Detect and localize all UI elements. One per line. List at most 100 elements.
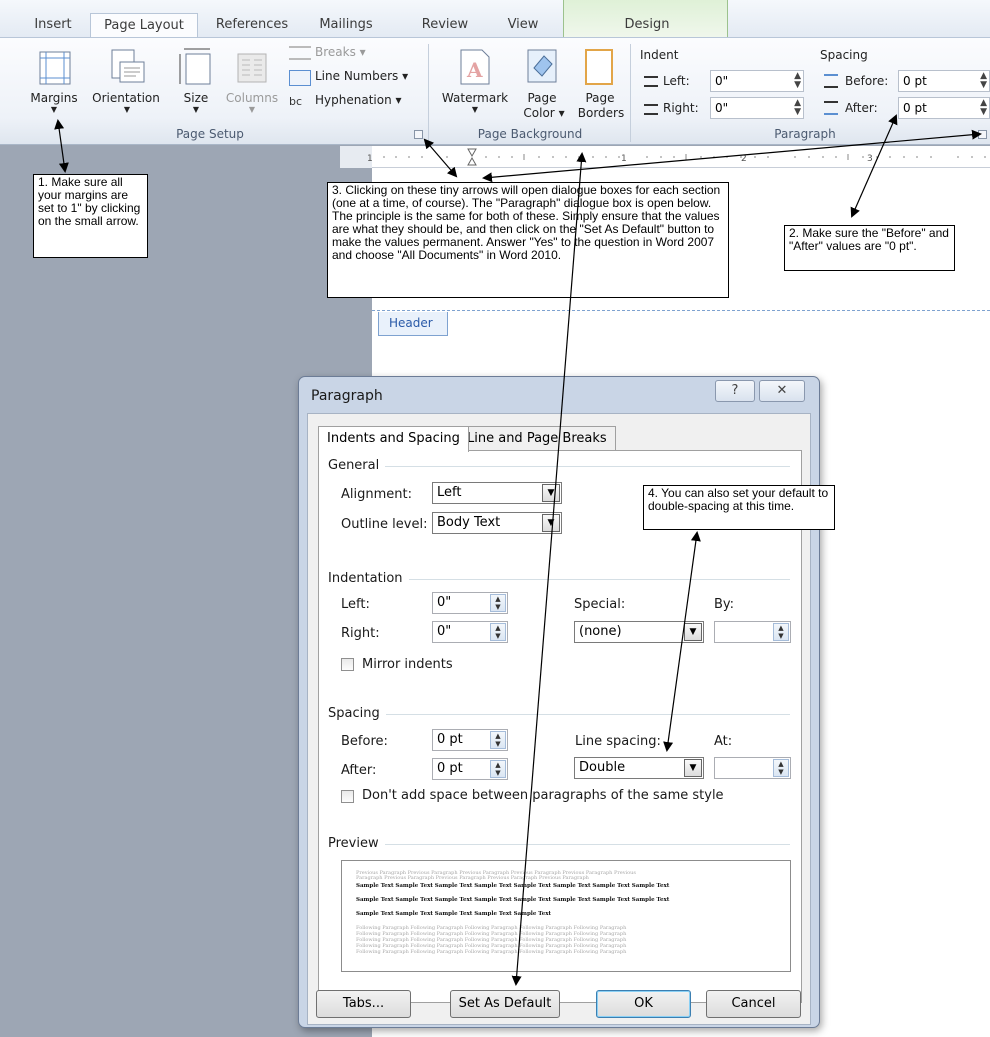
size-button[interactable]: Size xyxy=(178,91,214,105)
section-indentation: Indentation xyxy=(328,571,409,586)
preview-previous-line: Paragraph Previous Paragraph Previous Pa… xyxy=(356,875,589,881)
svg-text:A: A xyxy=(466,58,483,82)
spacing-after-label: After: xyxy=(341,763,377,778)
ok-button[interactable]: OK xyxy=(596,990,691,1018)
callout-1-margins: 1. Make sure all your margins are set to… xyxy=(33,174,148,258)
margins-button[interactable]: Margins xyxy=(18,91,90,105)
line-numbers-icon xyxy=(289,70,311,86)
dont-add-space-checkbox[interactable] xyxy=(341,790,354,803)
section-divider xyxy=(330,844,790,845)
svg-text:3: 3 xyxy=(867,154,873,164)
page-background-group-label: Page Background xyxy=(477,127,583,141)
indent-right-input[interactable]: 0" ▲ ▼ xyxy=(710,97,804,119)
page-borders-icon xyxy=(585,49,613,85)
line-spacing-select[interactable]: Double ▼ xyxy=(574,757,704,779)
indent-right-label: Right: xyxy=(341,626,380,641)
page-borders-button-line2[interactable]: Borders xyxy=(574,106,628,120)
page-color-button[interactable]: Page xyxy=(520,91,564,105)
spacing-before-spinner[interactable]: 0 pt ▲ ▼ xyxy=(432,729,508,751)
indent-left-label: Left: xyxy=(341,597,370,612)
preview-box: Previous Paragraph Previous Paragraph Pr… xyxy=(341,860,791,972)
page-color-button-line2[interactable]: Color ▾ xyxy=(516,106,572,120)
indent-left-input[interactable]: 0" ▲ ▼ xyxy=(710,70,804,92)
mirror-indents-label: Mirror indents xyxy=(362,657,453,672)
svg-text:2: 2 xyxy=(741,154,747,164)
ruler-ticks: 1 1 2 3 xyxy=(367,148,986,166)
orientation-icon xyxy=(111,49,145,83)
tab-page-layout[interactable]: Page Layout xyxy=(90,13,198,39)
special-label: Special: xyxy=(574,597,626,612)
page-borders-button[interactable]: Page xyxy=(580,91,620,105)
alignment-label: Alignment: xyxy=(341,487,412,502)
spacing-after-label: After: xyxy=(845,101,878,115)
close-icon[interactable]: ✕ xyxy=(759,380,805,402)
hyphenation-button[interactable]: Hyphenation ▾ xyxy=(315,93,402,107)
mirror-indents-checkbox[interactable] xyxy=(341,658,354,671)
preview-sample-line: Sample Text Sample Text Sample Text Samp… xyxy=(356,911,552,917)
callout-4-double-spacing: 4. You can also set your default to doub… xyxy=(643,485,835,530)
orientation-dropdown-arrow-icon[interactable]: ▼ xyxy=(121,105,133,114)
spacing-after-icon xyxy=(824,101,838,115)
watermark-button[interactable]: Watermark xyxy=(436,91,514,105)
dialog-title: Paragraph xyxy=(311,388,383,404)
by-spinner[interactable]: ▲ ▼ xyxy=(714,621,791,643)
cancel-button[interactable]: Cancel xyxy=(706,990,801,1018)
tabs-button[interactable]: Tabs... xyxy=(316,990,411,1018)
group-separator xyxy=(630,44,631,142)
columns-dropdown-arrow-icon[interactable]: ▼ xyxy=(246,105,258,114)
indent-right-spinner[interactable]: 0" ▲ ▼ xyxy=(432,621,508,643)
dont-add-space-label: Don't add space between paragraphs of th… xyxy=(362,788,724,803)
page-setup-launcher-icon[interactable] xyxy=(414,130,423,139)
alignment-select[interactable]: Left ▼ xyxy=(432,482,562,504)
tab-indents-and-spacing[interactable]: Indents and Spacing xyxy=(318,426,469,452)
breaks-button[interactable]: Breaks ▾ xyxy=(315,45,366,59)
preview-sample-line: Sample Text Sample Text Sample Text Samp… xyxy=(356,883,670,889)
breaks-icon xyxy=(289,46,311,60)
help-button[interactable]: ? xyxy=(715,380,755,402)
section-preview: Preview xyxy=(328,836,385,851)
tab-view[interactable]: View xyxy=(498,13,548,38)
page-color-icon xyxy=(527,49,557,83)
preview-sample-line: Sample Text Sample Text Sample Text Samp… xyxy=(356,897,670,903)
paragraph-launcher-icon[interactable] xyxy=(978,130,987,139)
by-label: By: xyxy=(714,597,735,612)
page-setup-group-label: Page Setup xyxy=(176,127,244,141)
columns-button[interactable]: Columns xyxy=(222,91,282,105)
tab-mailings[interactable]: Mailings xyxy=(306,13,386,38)
hyphenation-icon: bc xyxy=(289,95,303,108)
tab-references[interactable]: References xyxy=(206,13,298,38)
tab-design[interactable]: Design xyxy=(614,13,680,38)
spacing-before-label: Before: xyxy=(341,734,388,749)
orientation-button[interactable]: Orientation xyxy=(86,91,166,105)
header-tab[interactable]: Header xyxy=(378,312,448,336)
callout-2-spacing: 2. Make sure the "Before" and "After" va… xyxy=(784,225,955,271)
set-as-default-button[interactable]: Set As Default xyxy=(450,990,560,1018)
margins-icon xyxy=(39,51,71,85)
tab-insert[interactable]: Insert xyxy=(24,13,82,38)
section-divider xyxy=(330,466,790,467)
spacing-after-spinner[interactable]: 0 pt ▲ ▼ xyxy=(432,758,508,780)
spacing-after-input[interactable]: 0 pt ▲ ▼ xyxy=(898,97,990,119)
indent-left-spinner[interactable]: 0" ▲ ▼ xyxy=(432,592,508,614)
spacing-before-label: Before: xyxy=(845,74,889,88)
special-select[interactable]: (none) ▼ xyxy=(574,621,704,643)
watermark-icon: A xyxy=(460,49,490,85)
at-spinner[interactable]: ▲ ▼ xyxy=(714,757,791,779)
tab-review[interactable]: Review xyxy=(414,13,476,38)
size-dropdown-arrow-icon[interactable]: ▼ xyxy=(190,105,202,114)
indent-right-icon xyxy=(644,104,658,115)
ribbon-tab-row: Insert Page Layout References Mailings R… xyxy=(0,0,990,39)
svg-text:1: 1 xyxy=(621,154,627,164)
watermark-dropdown-arrow-icon[interactable]: ▼ xyxy=(469,105,481,114)
preview-following-line: Following Paragraph Following Paragraph … xyxy=(356,949,627,955)
spacing-before-input[interactable]: 0 pt ▲ ▼ xyxy=(898,70,990,92)
outline-level-label: Outline level: xyxy=(341,517,428,532)
outline-level-select[interactable]: Body Text ▼ xyxy=(432,512,562,534)
margins-dropdown-arrow-icon[interactable]: ▼ xyxy=(48,105,60,114)
indent-left-label: Left: xyxy=(663,74,690,88)
line-numbers-button[interactable]: Line Numbers ▾ xyxy=(315,69,408,83)
indent-title: Indent xyxy=(640,48,679,62)
paragraph-group-label: Paragraph xyxy=(774,127,836,141)
at-label: At: xyxy=(714,734,733,749)
tab-line-and-page-breaks[interactable]: Line and Page Breaks xyxy=(458,426,616,451)
